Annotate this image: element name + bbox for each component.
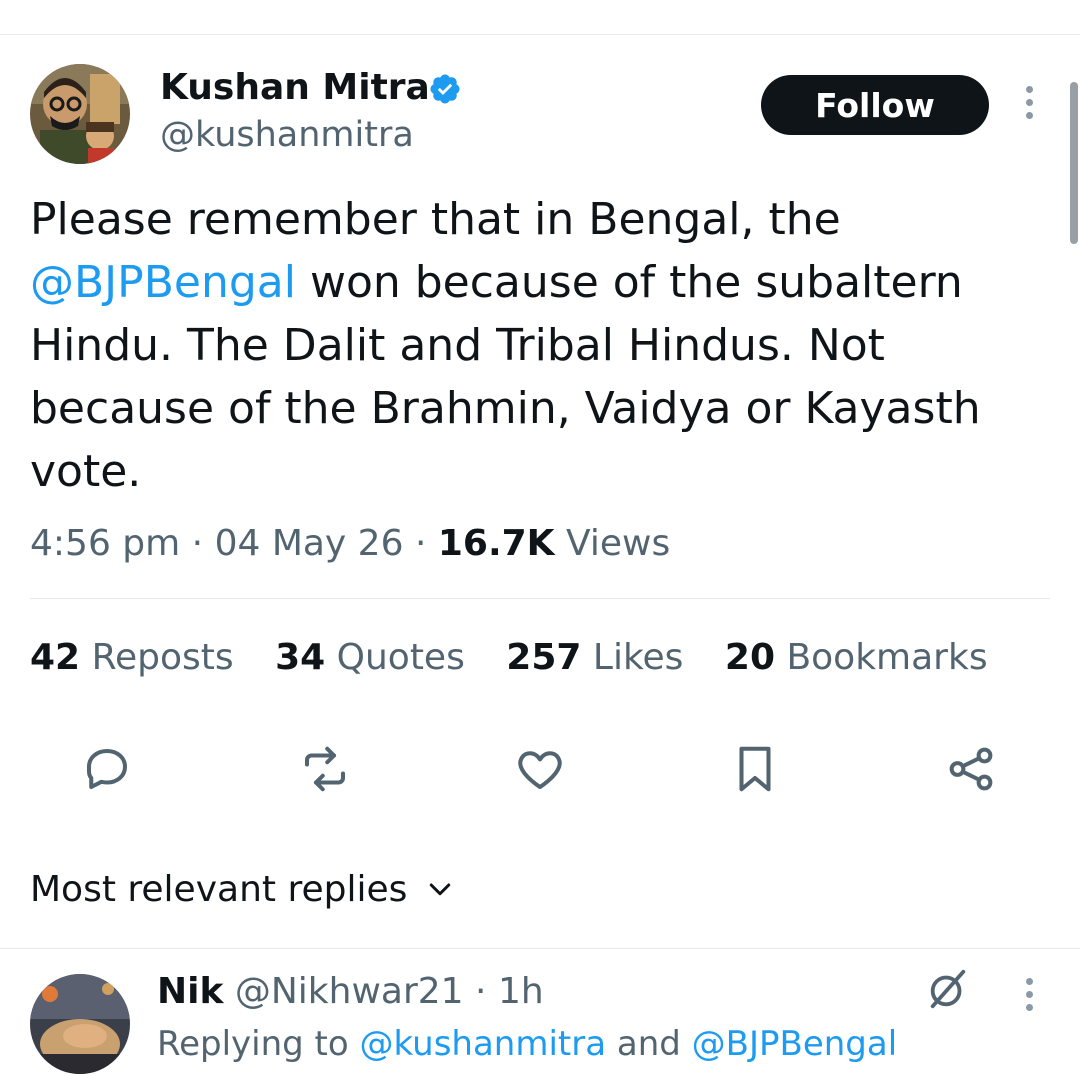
likes-label: Likes <box>592 637 684 678</box>
replies-sort-dropdown[interactable]: Most relevant replies <box>30 864 455 916</box>
verified-badge-icon[interactable] <box>428 72 462 106</box>
replies-sort-label: Most relevant replies <box>30 869 408 910</box>
quotes-stat[interactable]: 34 Quotes <box>275 637 465 678</box>
reply-icon[interactable] <box>80 742 134 796</box>
replying-to: Replying to @kushanmitra and @BJPBengal <box>157 1020 897 1068</box>
mention-link[interactable]: @BJPBengal <box>30 257 296 308</box>
replying-mention-2[interactable]: @BJPBengal <box>692 1024 898 1064</box>
quotes-count: 34 <box>275 637 326 678</box>
reply-separator: · <box>463 971 498 1012</box>
reply-avatar[interactable] <box>30 974 130 1074</box>
author-handle[interactable]: @kushanmitra <box>160 112 414 158</box>
reply-header: Nik @Nikhwar21 · 1h <box>157 966 544 1018</box>
tweet-date[interactable]: 04 May 26 <box>215 523 404 564</box>
bookmark-icon[interactable] <box>728 742 782 796</box>
views-label: Views <box>566 523 671 564</box>
tweet-text: Please remember that in Bengal, the @BJP… <box>30 188 1030 503</box>
bookmarks-count: 20 <box>724 637 775 678</box>
engagement-stats: 42 Reposts 34 Quotes 257 Likes 20 Bookma… <box>30 632 1018 684</box>
scrollbar[interactable] <box>1070 82 1078 244</box>
reposts-count: 42 <box>30 637 81 678</box>
chevron-down-icon <box>430 883 451 896</box>
reply-author-handle[interactable]: @Nikhwar21 <box>235 971 464 1012</box>
top-divider <box>0 34 1080 35</box>
bookmarks-stat[interactable]: 20 Bookmarks <box>725 637 988 678</box>
bookmarks-label: Bookmarks <box>786 637 988 678</box>
reply-author-name[interactable]: Nik <box>157 971 223 1012</box>
replying-joiner: and <box>606 1024 692 1064</box>
reposts-stat[interactable]: 42 Reposts <box>30 637 234 678</box>
meta-separator: · <box>403 523 438 564</box>
like-icon[interactable] <box>513 742 567 796</box>
repost-icon[interactable] <box>298 742 352 796</box>
reply-time: 1h <box>497 971 544 1012</box>
likes-count: 257 <box>506 637 582 678</box>
share-icon[interactable] <box>944 742 998 796</box>
replying-prefix: Replying to <box>157 1024 360 1064</box>
more-vertical-icon[interactable] <box>1014 86 1044 124</box>
tweet-text-start: Please remember that in Bengal, the <box>30 194 841 245</box>
tweet-meta: 4:56 pm · 04 May 26 · 16.7K Views <box>30 518 670 570</box>
meta-separator: · <box>180 523 215 564</box>
quotes-label: Quotes <box>336 637 465 678</box>
tweet-time[interactable]: 4:56 pm <box>30 523 180 564</box>
grok-icon[interactable] <box>925 966 971 1012</box>
follow-button[interactable]: Follow <box>761 75 989 135</box>
replies-divider <box>0 948 1080 949</box>
views-count: 16.7K <box>437 523 555 564</box>
likes-stat[interactable]: 257 Likes <box>506 637 683 678</box>
author-avatar[interactable] <box>30 64 130 164</box>
reply-more-vertical-icon[interactable] <box>1014 978 1044 1016</box>
reposts-label: Reposts <box>91 637 234 678</box>
stats-divider <box>30 598 1050 599</box>
replying-mention-1[interactable]: @kushanmitra <box>360 1024 607 1064</box>
author-display-name[interactable]: Kushan Mitra <box>160 64 430 112</box>
